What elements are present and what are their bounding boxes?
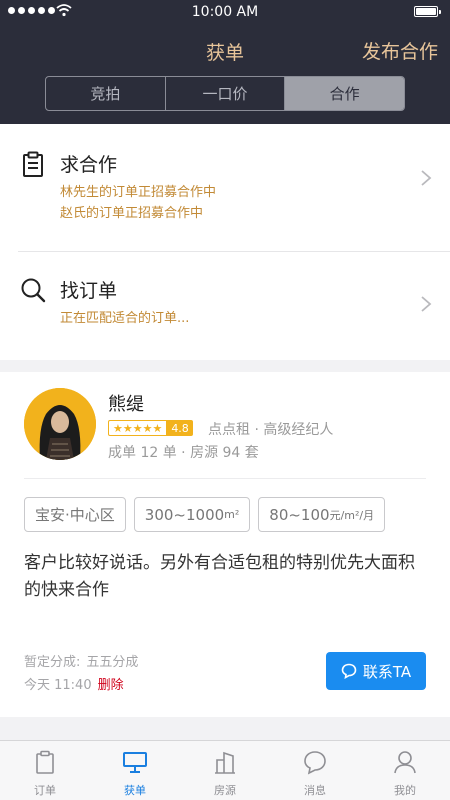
- agent-company: 点点租 · 高级经纪人: [208, 422, 334, 438]
- tab-profile[interactable]: 我的: [360, 741, 450, 800]
- split-label: 暂定分成:: [24, 655, 81, 670]
- status-bar: 10:00 AM: [0, 0, 450, 24]
- find-order-status: 正在匹配适合的订单...: [60, 311, 190, 326]
- chevron-right-icon: [421, 170, 432, 186]
- search-icon: [21, 278, 46, 303]
- split-value: 五五分成: [86, 655, 139, 670]
- tab-label: 获单: [124, 784, 146, 797]
- price-tag: 80~100 元/m²/月: [258, 497, 386, 532]
- post-time: 今天 11:40: [24, 678, 92, 693]
- seek-line-2: 赵氏的订单正招募合作中: [60, 206, 204, 221]
- post-meta: 今天 11:40 删除: [24, 674, 124, 693]
- tab-listings[interactable]: 房源: [180, 741, 270, 800]
- size-tag: 300~1000 m²: [133, 497, 251, 532]
- seek-cooperation-row[interactable]: 求合作 林先生的订单正招募合作中 赵氏的订单正招募合作中: [0, 124, 450, 251]
- rating-badge: ★★★★★ 4.8: [108, 420, 193, 436]
- publish-cooperation-button[interactable]: 发布合作: [362, 37, 438, 64]
- chevron-right-icon: [421, 296, 432, 312]
- seek-cooperation-title: 求合作: [60, 154, 118, 176]
- status-time: 10:00 AM: [191, 4, 259, 20]
- rating-score: 4.8: [167, 420, 193, 436]
- find-order-title: 找订单: [60, 280, 118, 302]
- chat-bubble-icon: [341, 663, 357, 679]
- divider: [24, 478, 426, 479]
- find-order-row[interactable]: 找订单 正在匹配适合的订单...: [0, 252, 450, 360]
- segment-auction[interactable]: 竞拍: [46, 77, 166, 110]
- tab-bar: 订单 获单 房源 消息 我的: [0, 740, 450, 800]
- segment-cooperation[interactable]: 合作: [285, 77, 404, 110]
- segmented-control: 竞拍 一口价 合作: [45, 76, 405, 111]
- tab-orders[interactable]: 订单: [0, 741, 90, 800]
- agent-name: 熊缇: [108, 394, 144, 415]
- tab-label: 订单: [34, 784, 56, 797]
- delete-link[interactable]: 删除: [98, 678, 124, 693]
- tab-label: 房源: [214, 784, 236, 797]
- tab-get-orders[interactable]: 获单: [90, 741, 180, 800]
- contact-label: 联系TA: [362, 662, 412, 681]
- monitor-icon: [123, 752, 147, 773]
- chat-bubble-icon: [304, 751, 326, 775]
- building-icon: [215, 751, 235, 774]
- tag-list: 宝安·中心区 300~1000 m² 80~100 元/m²/月: [24, 497, 386, 532]
- agent-stats: 成单 12 单 · 房源 94 套: [108, 445, 259, 461]
- app-header: 10:00 AM 获单 发布合作 竞拍 一口价 合作: [0, 0, 450, 124]
- cooperation-menu: 求合作 林先生的订单正招募合作中 赵氏的订单正招募合作中 找订单 正在匹配适合的…: [0, 124, 450, 360]
- avatar[interactable]: [24, 388, 96, 460]
- tab-label: 消息: [304, 784, 326, 797]
- post-description: 客户比较好说话。另外有合适包租的特别优先大面积的快来合作: [24, 553, 415, 600]
- tab-messages[interactable]: 消息: [270, 741, 360, 800]
- contact-button[interactable]: 联系TA: [326, 652, 426, 690]
- star-rating-icon: ★★★★★: [108, 420, 168, 436]
- cooperation-post-card: 熊缇 ★★★★★ 4.8 点点租 · 高级经纪人 成单 12 单 · 房源 94…: [0, 372, 450, 717]
- battery-icon: [414, 6, 441, 17]
- person-icon: [394, 751, 416, 774]
- seek-line-1: 林先生的订单正招募合作中: [60, 185, 217, 200]
- split-info: 暂定分成: 五五分成: [24, 651, 138, 670]
- segment-fixed-price[interactable]: 一口价: [166, 77, 286, 110]
- tab-label: 我的: [394, 784, 416, 797]
- area-tag: 宝安·中心区: [24, 497, 126, 532]
- avatar-image: [24, 388, 96, 460]
- clipboard-icon: [23, 151, 43, 177]
- clipboard-icon: [36, 750, 54, 774]
